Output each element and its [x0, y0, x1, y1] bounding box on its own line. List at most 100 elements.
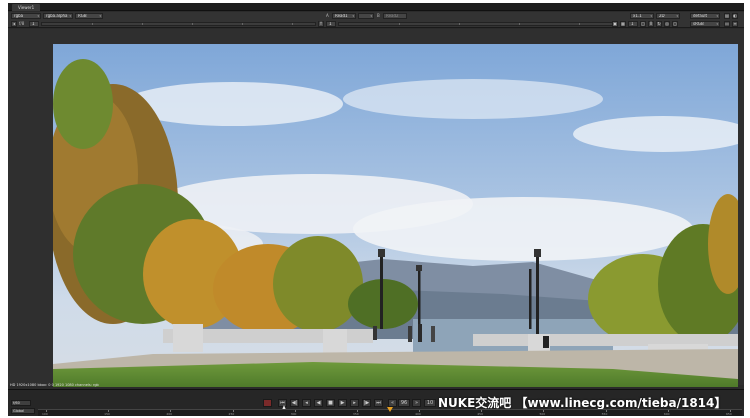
timeline-tick-label: 400: [415, 412, 421, 416]
slider-tick: [579, 23, 580, 25]
viewer-canvas[interactable]: [8, 29, 744, 387]
input-a-dropdown[interactable]: Read1 ▾: [332, 13, 356, 19]
fstop-decrease-button[interactable]: ◂: [11, 21, 17, 27]
step-forward-icon[interactable]: ▸: [350, 399, 359, 407]
chevron-down-icon: ▾: [69, 14, 71, 18]
timeline-tick-label: 650: [726, 412, 732, 416]
lut-dropdown[interactable]: default ▾: [690, 13, 720, 19]
slider-tick: [142, 23, 143, 25]
timeline-tick-label: 250: [228, 412, 235, 416]
play-backward-icon[interactable]: ◀: [314, 399, 323, 407]
gamma-value: 1: [329, 21, 332, 26]
input-b-value: Read2: [386, 13, 399, 18]
timeline-tick-label: 200: [166, 412, 173, 416]
viewer-toolbar-second: ◂ f/8 1 Y 1 ▣ ▦ 1 ▢ Ⅱ ↻ ◎ ◻ sRGB ▾ ▭ ≡: [8, 20, 744, 28]
viewer-window: Viewer1 rgba ▾ rgba.alpha ▾ RGB ▾ A Read1 ▾ …: [8, 3, 744, 416]
output-colorspace-dropdown[interactable]: sRGB ▾: [690, 21, 720, 27]
skip-back-icon[interactable]: «: [388, 399, 397, 407]
channels-value: rgba: [14, 13, 24, 18]
increment-field[interactable]: 10: [424, 399, 436, 407]
tab-viewer[interactable]: Viewer1: [12, 4, 41, 11]
roi-icon[interactable]: ▢: [640, 21, 646, 27]
timeline-tick-label: 550: [601, 412, 608, 416]
slider-tick: [192, 23, 193, 25]
prev-key-icon[interactable]: ◀|: [290, 399, 299, 407]
view-mode-value: 2D: [659, 13, 665, 18]
pause-icon[interactable]: Ⅱ: [648, 21, 654, 27]
chevron-down-icon: ▾: [37, 14, 39, 18]
colorspace-dropdown[interactable]: RGB ▾: [75, 13, 103, 19]
wipe-icon[interactable]: ◐: [732, 13, 738, 19]
timeline-tick-label: 350: [352, 412, 359, 416]
lut-value: default: [693, 13, 708, 18]
fstop-value: 1: [32, 21, 35, 26]
increment-value: 10: [426, 400, 434, 406]
chevron-down-icon: ▾: [370, 14, 372, 18]
frame-field[interactable]: 96: [398, 399, 410, 407]
fps-field[interactable]: f/60: [11, 400, 31, 406]
gain-slider[interactable]: [41, 22, 316, 26]
range-mode-dropdown[interactable]: Global: [11, 408, 35, 414]
timeline-scrubber[interactable]: 100 150 200 250 300 350 400 450 500 550 600 650: [38, 407, 742, 416]
overlay-icon[interactable]: ◎: [664, 21, 670, 27]
chevron-down-icon: ▾: [716, 14, 718, 18]
blend-mode-dropdown[interactable]: ▾: [358, 13, 374, 19]
refresh-icon[interactable]: ↻: [656, 21, 662, 27]
viewer-toolbar-top: rgba ▾ rgba.alpha ▾ RGB ▾ A Read1 ▾ ▾ B Read…: [8, 12, 744, 20]
step-back-icon[interactable]: ◂: [302, 399, 311, 407]
output-colorspace-value: sRGB: [693, 21, 704, 26]
slider-tick: [519, 23, 520, 25]
input-b-label: B: [377, 13, 380, 18]
input-a-value: Read1: [335, 13, 348, 18]
next-key-icon[interactable]: |▶: [362, 399, 371, 407]
downrez-icon[interactable]: ▦: [620, 21, 626, 27]
play-forward-icon[interactable]: ▶: [338, 399, 347, 407]
fstop-field[interactable]: 1: [29, 21, 39, 27]
gamma-toggle-button[interactable]: Y: [318, 21, 324, 27]
proxy-icon[interactable]: ▣: [612, 21, 618, 27]
menu-icon[interactable]: ≡: [732, 21, 738, 27]
timeline-tick-label: 150: [104, 412, 110, 416]
timeline-tick-label: 600: [663, 412, 670, 416]
chevron-down-icon: ▾: [716, 22, 718, 26]
gamma-field[interactable]: 1: [326, 21, 336, 27]
last-frame-icon[interactable]: ⏭: [374, 399, 383, 407]
monitor-icon[interactable]: ▭: [724, 21, 730, 27]
slider-tick: [242, 23, 243, 25]
input-b-dropdown[interactable]: Read2: [383, 13, 407, 19]
channels-dropdown[interactable]: rgba ▾: [11, 13, 41, 19]
layer-dropdown[interactable]: rgba.alpha ▾: [43, 13, 73, 19]
chevron-down-icon: ▾: [676, 14, 678, 18]
playhead-icon[interactable]: [387, 407, 393, 412]
zoom-dropdown[interactable]: x1.1 ▾: [630, 13, 654, 19]
slider-tick: [92, 23, 93, 25]
range-mode-value: Global: [13, 409, 25, 413]
fstop-label: f/8: [19, 21, 25, 26]
mask-icon[interactable]: ◻: [672, 21, 678, 27]
proxy-value: 1: [631, 21, 634, 26]
timeline-tick-label: 450: [477, 412, 483, 416]
skip-forward-icon[interactable]: »: [412, 399, 421, 407]
stop-icon[interactable]: ■: [326, 399, 335, 407]
timeline-tick-label: 100: [42, 412, 48, 416]
zoom-value: x1.1: [633, 13, 642, 18]
chevron-down-icon: ▾: [99, 14, 101, 18]
chevron-down-icon: ▾: [650, 14, 652, 18]
frame-value: 96: [400, 400, 408, 406]
slider-tick: [459, 23, 460, 25]
layer-value: rgba.alpha: [46, 13, 68, 18]
settings-icon[interactable]: ▤: [724, 13, 730, 19]
proxy-field[interactable]: 1: [628, 21, 638, 27]
chevron-down-icon: ▾: [352, 14, 354, 18]
fps-value: f/60: [13, 401, 20, 405]
viewer-image: [53, 44, 738, 387]
slider-tick: [399, 23, 400, 25]
timeline-tick-label: 300: [290, 412, 297, 416]
record-button[interactable]: [263, 399, 272, 407]
input-a-label: A: [326, 13, 329, 18]
gamma-slider[interactable]: [338, 22, 613, 26]
view-mode-dropdown[interactable]: 2D ▾: [656, 13, 680, 19]
transport-bar: f/60 Global ⏮ ◀| ◂ ◀ ■ ▶ ▸ |▶ ⏭ « 96 » 1…: [8, 389, 744, 416]
tab-bar: Viewer1: [8, 3, 744, 11]
colorspace-value: RGB: [78, 13, 87, 18]
